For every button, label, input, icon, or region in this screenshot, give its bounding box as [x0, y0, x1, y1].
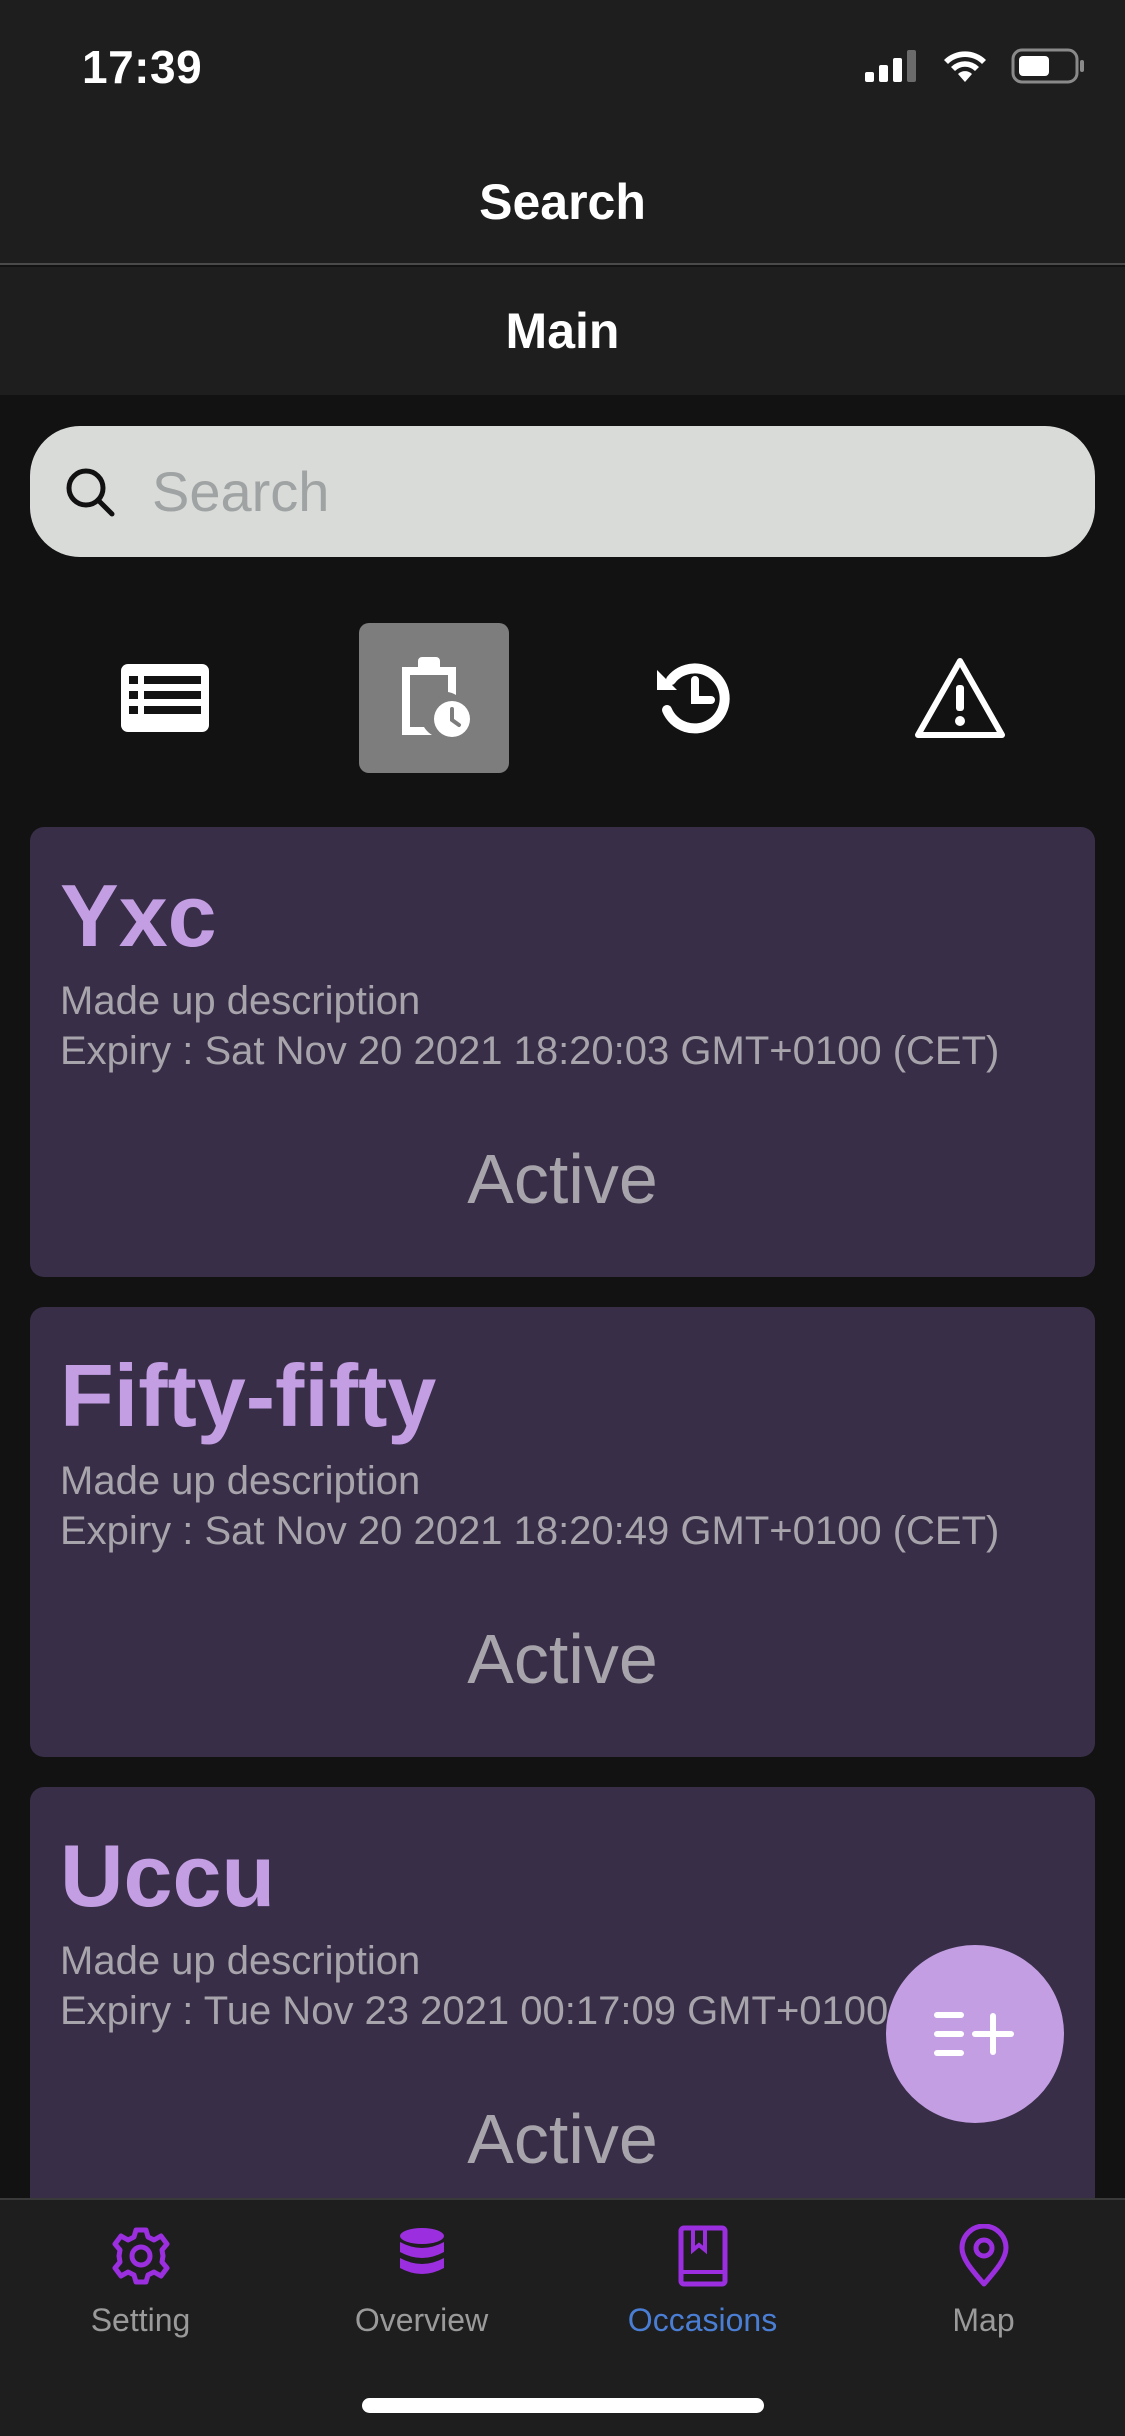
page-title: Search: [479, 173, 646, 230]
occasion-title: Fifty-fifty: [60, 1346, 437, 1445]
history-icon: [657, 663, 730, 734]
filter-list-button[interactable]: [90, 623, 240, 773]
occasion-description: Made up description: [60, 1939, 421, 1983]
clipboard-clock-icon: [402, 657, 470, 737]
nav-label-overview: Overview: [354, 2302, 489, 2338]
status-time: 17:39: [82, 41, 203, 93]
nav-label-occasions: Occasions: [627, 2302, 778, 2338]
signal-icon: [865, 50, 916, 82]
occasion-description: Made up description: [60, 1459, 421, 1503]
nav-item-overview[interactable]: Overview: [281, 2200, 562, 2370]
filter-warning-button[interactable]: [885, 623, 1035, 773]
occasion-expiry: Expiry : Sat Nov 20 2021 18:20:03 GMT+01…: [60, 1029, 1000, 1073]
occasion-card[interactable]: Yxc Made up description Expiry : Sat Nov…: [30, 827, 1095, 1277]
wifi-icon: [944, 51, 986, 82]
map-pin-icon: [959, 2224, 1008, 2287]
add-list-icon: [934, 2012, 1014, 2056]
top-header: Search: [0, 140, 1125, 265]
filter-scheduled-button[interactable]: [359, 623, 509, 773]
occasion-description: Made up description: [60, 979, 421, 1023]
nav-item-setting[interactable]: Setting: [0, 2200, 281, 2370]
search-bar[interactable]: [30, 426, 1095, 557]
filter-tabs: [0, 623, 1125, 773]
nav-item-map[interactable]: Map: [843, 2200, 1124, 2370]
warning-icon: [915, 658, 1005, 738]
app-screen: 17:39 Search Main Search Yxc Made up des…: [0, 0, 1125, 2436]
section-title: Main: [505, 303, 620, 359]
database-icon: [399, 2228, 444, 2274]
gear-icon: [112, 2227, 169, 2285]
occasion-status: Active: [467, 1620, 658, 1698]
nav-label-setting: Setting: [90, 2302, 191, 2338]
occasion-title: Yxc: [60, 866, 217, 965]
nav-label-map: Map: [952, 2302, 1015, 2338]
occasion-status: Active: [467, 1140, 658, 1218]
occasion-title: Uccu: [60, 1826, 276, 1925]
filter-history-button[interactable]: [620, 623, 770, 773]
search-input[interactable]: [152, 459, 1032, 524]
add-occasion-button[interactable]: [886, 1945, 1064, 2123]
occasion-expiry: Expiry : Sat Nov 20 2021 18:20:49 GMT+01…: [60, 1509, 1000, 1553]
book-icon: [678, 2225, 727, 2287]
battery-icon: [1011, 48, 1084, 84]
occasion-card[interactable]: Fifty-fifty Made up description Expiry :…: [30, 1307, 1095, 1757]
status-icons: [865, 48, 1085, 84]
home-indicator: [362, 2398, 764, 2413]
search-icon: [66, 468, 115, 516]
status-bar: 17:39: [0, 0, 1125, 140]
section-header: Main: [0, 267, 1125, 395]
list-icon: [121, 664, 209, 732]
nav-item-occasions[interactable]: Occasions: [562, 2200, 843, 2370]
